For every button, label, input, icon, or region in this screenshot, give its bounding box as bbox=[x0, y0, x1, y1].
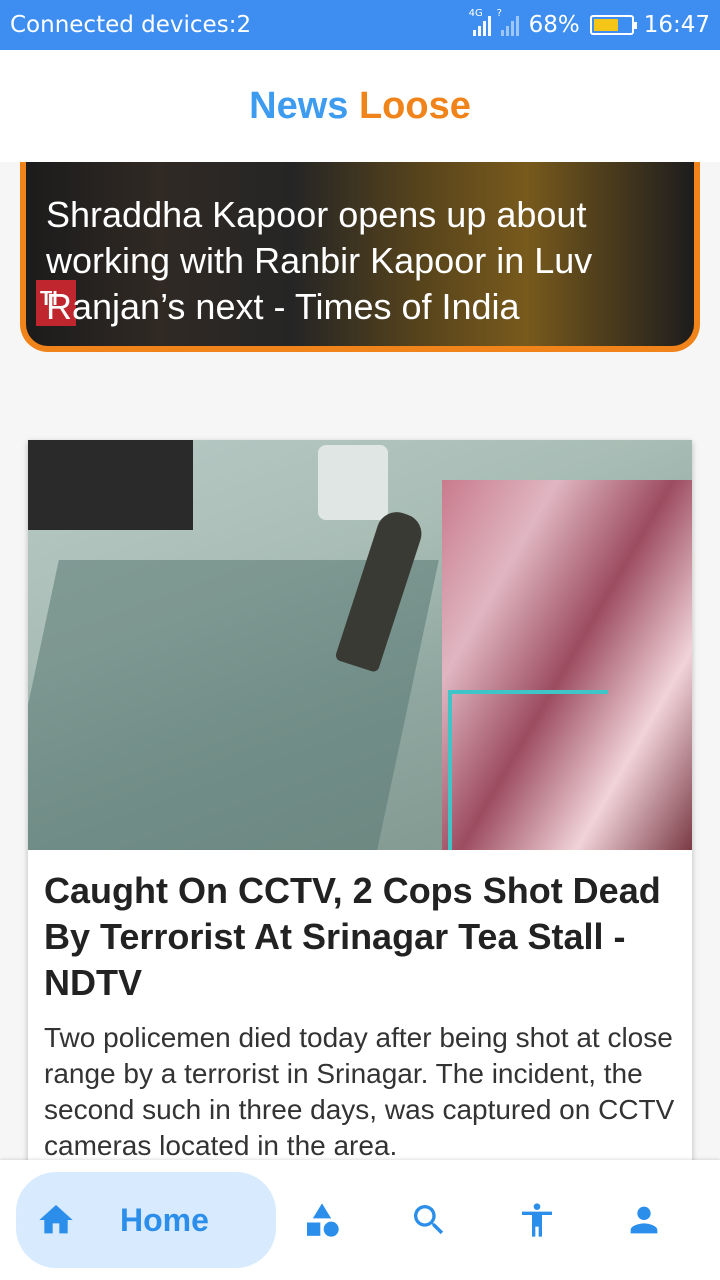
nav-home-button[interactable]: Home bbox=[16, 1172, 276, 1268]
app-title-news: News bbox=[249, 84, 349, 127]
bottom-navigation: Home bbox=[0, 1160, 720, 1280]
status-icons: 4G ? 68% 16:47 bbox=[469, 8, 710, 38]
news-card[interactable]: Caught On CCTV, 2 Cops Shot Dead By Terr… bbox=[28, 440, 692, 1180]
connected-devices-text: Connected devices:2 bbox=[10, 12, 252, 38]
photo-car bbox=[318, 445, 388, 520]
app-title-loose: Loose bbox=[358, 84, 471, 127]
news-summary: Two policemen died today after being sho… bbox=[44, 1022, 675, 1161]
photo-vehicle bbox=[28, 440, 193, 530]
signal-4g-icon: 4G bbox=[469, 8, 491, 36]
news-body: Caught On CCTV, 2 Cops Shot Dead By Terr… bbox=[28, 850, 692, 1164]
profile-icon[interactable] bbox=[624, 1200, 664, 1240]
featured-news-card[interactable]: TI Shraddha Kapoor opens up about workin… bbox=[20, 162, 700, 352]
nav-home-label: Home bbox=[120, 1201, 209, 1238]
featured-headline: Shraddha Kapoor opens up about working w… bbox=[46, 194, 593, 327]
signal-unknown-icon: ? bbox=[497, 8, 519, 36]
photo-rack bbox=[448, 690, 608, 850]
accessibility-icon[interactable] bbox=[517, 1200, 557, 1240]
search-icon[interactable] bbox=[409, 1200, 449, 1240]
home-icon bbox=[39, 1205, 73, 1234]
battery-icon bbox=[589, 15, 637, 35]
categories-icon[interactable] bbox=[302, 1200, 342, 1240]
battery-percent: 68% bbox=[528, 12, 580, 38]
clock: 16:47 bbox=[643, 12, 710, 38]
news-image bbox=[28, 440, 692, 850]
news-headline: Caught On CCTV, 2 Cops Shot Dead By Terr… bbox=[44, 870, 661, 1003]
status-bar: Connected devices:2 4G ? 68% 16:47 bbox=[0, 0, 720, 50]
app-bar: News Loose bbox=[0, 50, 720, 162]
